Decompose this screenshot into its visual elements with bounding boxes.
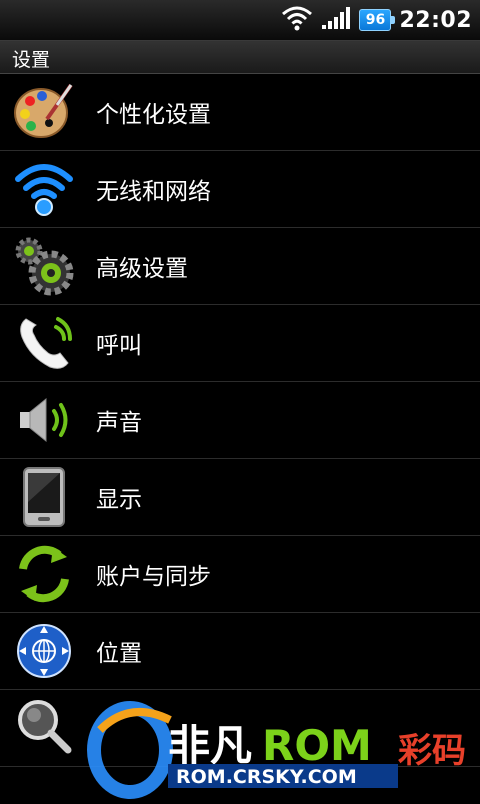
status-time: 22:02: [399, 7, 472, 33]
title-bar: 设置: [0, 41, 480, 74]
settings-item-label: 呼叫: [96, 333, 142, 359]
phone-icon: [12, 311, 76, 375]
settings-item-label: 高级设置: [96, 256, 188, 282]
svg-text:ROM.CRSKY.COM: ROM.CRSKY.COM: [176, 766, 357, 788]
status-icons: 96 22:02: [281, 4, 472, 36]
search-icon: [12, 696, 76, 760]
settings-item-accounts-sync[interactable]: 账户与同步: [0, 536, 480, 613]
battery-icon: 96: [359, 9, 396, 31]
wifi-status-icon: [281, 5, 313, 35]
settings-item-search[interactable]: [0, 690, 480, 767]
settings-item-label: 无线和网络: [96, 179, 211, 205]
signal-icon: [321, 6, 351, 34]
settings-item-label: 账户与同步: [96, 564, 211, 590]
settings-item-personalize[interactable]: 个性化设置: [0, 74, 480, 151]
palette-icon: [12, 80, 76, 144]
settings-item-label: 位置: [96, 641, 142, 667]
settings-item-location[interactable]: 位置: [0, 613, 480, 690]
sync-icon: [12, 542, 76, 606]
settings-item-label: 显示: [96, 487, 142, 513]
display-icon: [12, 465, 76, 529]
settings-item-label: 个性化设置: [96, 102, 211, 128]
location-icon: [12, 619, 76, 683]
wifi-icon: [12, 157, 76, 221]
gears-icon: [12, 234, 76, 298]
settings-item-label: 声音: [96, 410, 142, 436]
settings-item-display[interactable]: 显示: [0, 459, 480, 536]
page-title: 设置: [12, 49, 51, 71]
settings-item-wireless[interactable]: 无线和网络: [0, 151, 480, 228]
speaker-icon: [12, 388, 76, 452]
status-bar: 96 22:02: [0, 0, 480, 41]
settings-item-advanced[interactable]: 高级设置: [0, 228, 480, 305]
settings-item-call[interactable]: 呼叫: [0, 305, 480, 382]
settings-list: 个性化设置 无线和网络 高级设置 呼叫 声音 显示 账户与同步 位置: [0, 74, 480, 767]
settings-item-sound[interactable]: 声音: [0, 382, 480, 459]
